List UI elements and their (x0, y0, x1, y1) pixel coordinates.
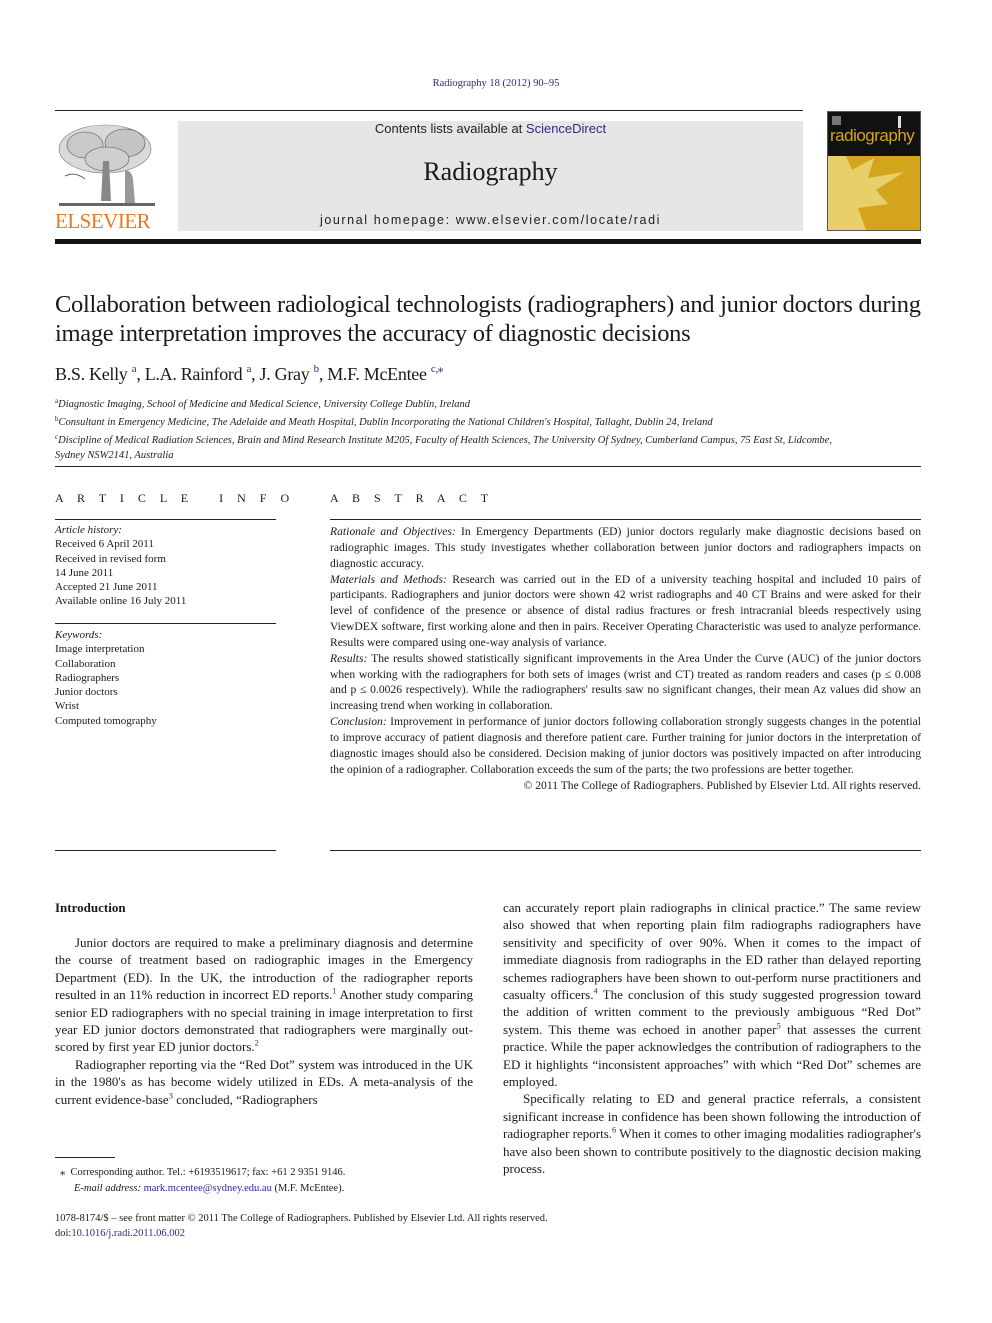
doi-line: doi:10.1016/j.radi.2011.06.002 (55, 1226, 755, 1241)
article-title: Collaboration between radiological techn… (55, 291, 921, 347)
article-history: Article history: Received 6 April 2011 R… (55, 523, 276, 609)
body-column-right: can accurately report plain radiographs … (503, 899, 921, 1178)
author-list: B.S. Kelly a, L.A. Rainford a, J. Gray b… (55, 363, 444, 384)
affiliation-text: Discipline of Medical Radiation Sciences… (55, 435, 832, 461)
cover-title: radiography (830, 126, 915, 145)
doi-link[interactable]: 10.1016/j.radi.2011.06.002 (71, 1228, 185, 1239)
affiliation-text: Consultant in Emergency Medicine, The Ad… (58, 417, 713, 429)
footnote-line: E-mail address: mark.mcentee@sydney.edu.… (60, 1181, 480, 1197)
author-affil-marker[interactable]: c,⁎ (431, 363, 444, 375)
email-label: E-mail address: (74, 1182, 141, 1194)
abstract-section-label: Rationale and Objectives: (330, 525, 456, 538)
keyword: Collaboration (55, 657, 116, 670)
elsevier-wordmark: ELSEVIER (55, 209, 151, 233)
affiliations: aDiagnostic Imaging, School of Medicine … (55, 394, 935, 463)
email-suffix: (M.F. McEntee). (271, 1182, 345, 1194)
author-affil-marker[interactable]: a (247, 363, 252, 375)
abstract-section-text: The results showed statistically signifi… (330, 651, 921, 713)
abstract-section: Results: The results showed statisticall… (330, 651, 921, 714)
author-affil-marker[interactable]: b (314, 363, 320, 375)
article-info-rule (55, 519, 276, 520)
abstract-section-label: Results: (330, 651, 368, 665)
abstract-section: Materials and Methods: Research was carr… (330, 572, 921, 651)
journal-name: Radiography (423, 157, 558, 186)
email-link[interactable]: mark.mcentee@sydney.edu.au (144, 1183, 272, 1194)
keyword: Junior doctors (55, 686, 118, 699)
body-paragraph: can accurately report plain radiographs … (503, 899, 921, 1090)
keywords-label: Keywords: (55, 629, 103, 641)
body-column-left: Junior doctors are required to make a pr… (55, 934, 473, 1108)
journal-homepage[interactable]: journal homepage: www.elsevier.com/locat… (178, 213, 803, 227)
keywords-rule (55, 623, 276, 624)
article-info-bottom-rule (55, 850, 276, 851)
elsevier-tree-icon (55, 121, 157, 211)
history-item: Received in revised form (55, 552, 166, 565)
keywords: Keywords: Image interpretation Collabora… (55, 628, 276, 728)
sciencedirect-link[interactable]: ScienceDirect (526, 121, 606, 136)
journal-cover[interactable]: radiography (827, 111, 921, 231)
abstract-section-label: Materials and Methods: (330, 572, 447, 586)
author-affil-marker[interactable]: a (132, 363, 137, 375)
affiliation: bConsultant in Emergency Medicine, The A… (55, 412, 935, 430)
abstract-section: Rationale and Objectives: In Emergency D… (330, 524, 921, 572)
history-item: Accepted 21 June 2011 (55, 581, 158, 594)
footnote-marker: ⁎ (60, 1167, 66, 1178)
author-name[interactable]: L.A. Rainford (145, 364, 243, 384)
reference-link[interactable]: 2 (255, 1038, 259, 1048)
author-name[interactable]: J. Gray (260, 364, 310, 384)
body-text: concluded, “Radiographers (172, 1091, 318, 1107)
author-name[interactable]: M.F. McEntee (327, 364, 427, 384)
history-item: Available online 16 July 2011 (55, 595, 187, 608)
abstract-body: Rationale and Objectives: In Emergency D… (330, 524, 921, 793)
history-item: 14 June 2011 (55, 566, 114, 579)
abstract-section: Conclusion: Improvement in performance o… (330, 714, 921, 777)
section-heading-introduction: Introduction (55, 900, 126, 915)
footnote-rule (55, 1157, 115, 1158)
abstract-heading: A B S T R A C T (330, 491, 494, 505)
footnote-line: ⁎ Corresponding author. Tel.: +619351961… (60, 1165, 480, 1181)
keyword: Computed tomography (55, 714, 157, 727)
author-name[interactable]: B.S. Kelly (55, 364, 128, 384)
corresponding-author-text: Corresponding author. Tel.: +6193519617;… (70, 1167, 346, 1178)
corresponding-author-footnote: ⁎ Corresponding author. Tel.: +619351961… (60, 1165, 480, 1196)
front-matter: 1078-8174/$ – see front matter © 2011 Th… (55, 1211, 755, 1241)
abstract-section-label: Conclusion: (330, 715, 387, 729)
affiliation-rule (55, 466, 921, 467)
history-item: Received 6 April 2011 (55, 538, 154, 551)
body-paragraph: Junior doctors are required to make a pr… (55, 934, 473, 1056)
affiliation: aDiagnostic Imaging, School of Medicine … (55, 394, 935, 412)
front-matter-text: 1078-8174/$ – see front matter © 2011 Th… (55, 1213, 548, 1224)
journal-citation[interactable]: Radiography 18 (2012) 90–95 (0, 78, 992, 89)
header-thick-rule (55, 239, 921, 244)
abstract-rule (330, 519, 921, 520)
keyword: Image interpretation (55, 643, 145, 656)
article-history-label: Article history: (55, 524, 122, 536)
abstract-copyright: © 2011 The College of Radiographers. Pub… (523, 778, 921, 792)
doi-prefix: doi: (55, 1228, 72, 1239)
article-info-heading: A R T I C L E I N F O (55, 491, 295, 505)
body-paragraph: Specifically relating to ED and general … (503, 1090, 921, 1177)
contents-line: Contents lists available at ScienceDirec… (178, 121, 803, 136)
keyword: Wrist (55, 700, 79, 713)
affiliation: cDiscipline of Medical Radiation Science… (55, 430, 835, 462)
elsevier-logo[interactable]: ELSEVIER (55, 121, 157, 233)
affiliation-text: Diagnostic Imaging, School of Medicine a… (58, 399, 471, 410)
contents-prefix: Contents lists available at (374, 121, 526, 136)
keyword: Radiographers (55, 671, 120, 684)
header-top-rule (55, 110, 803, 111)
abstract-bottom-rule (330, 850, 921, 851)
journal-masthead: Contents lists available at ScienceDirec… (178, 121, 803, 231)
body-paragraph: Radiographer reporting via the “Red Dot”… (55, 1056, 473, 1108)
abstract-section-text: Improvement in performance of junior doc… (330, 715, 921, 776)
